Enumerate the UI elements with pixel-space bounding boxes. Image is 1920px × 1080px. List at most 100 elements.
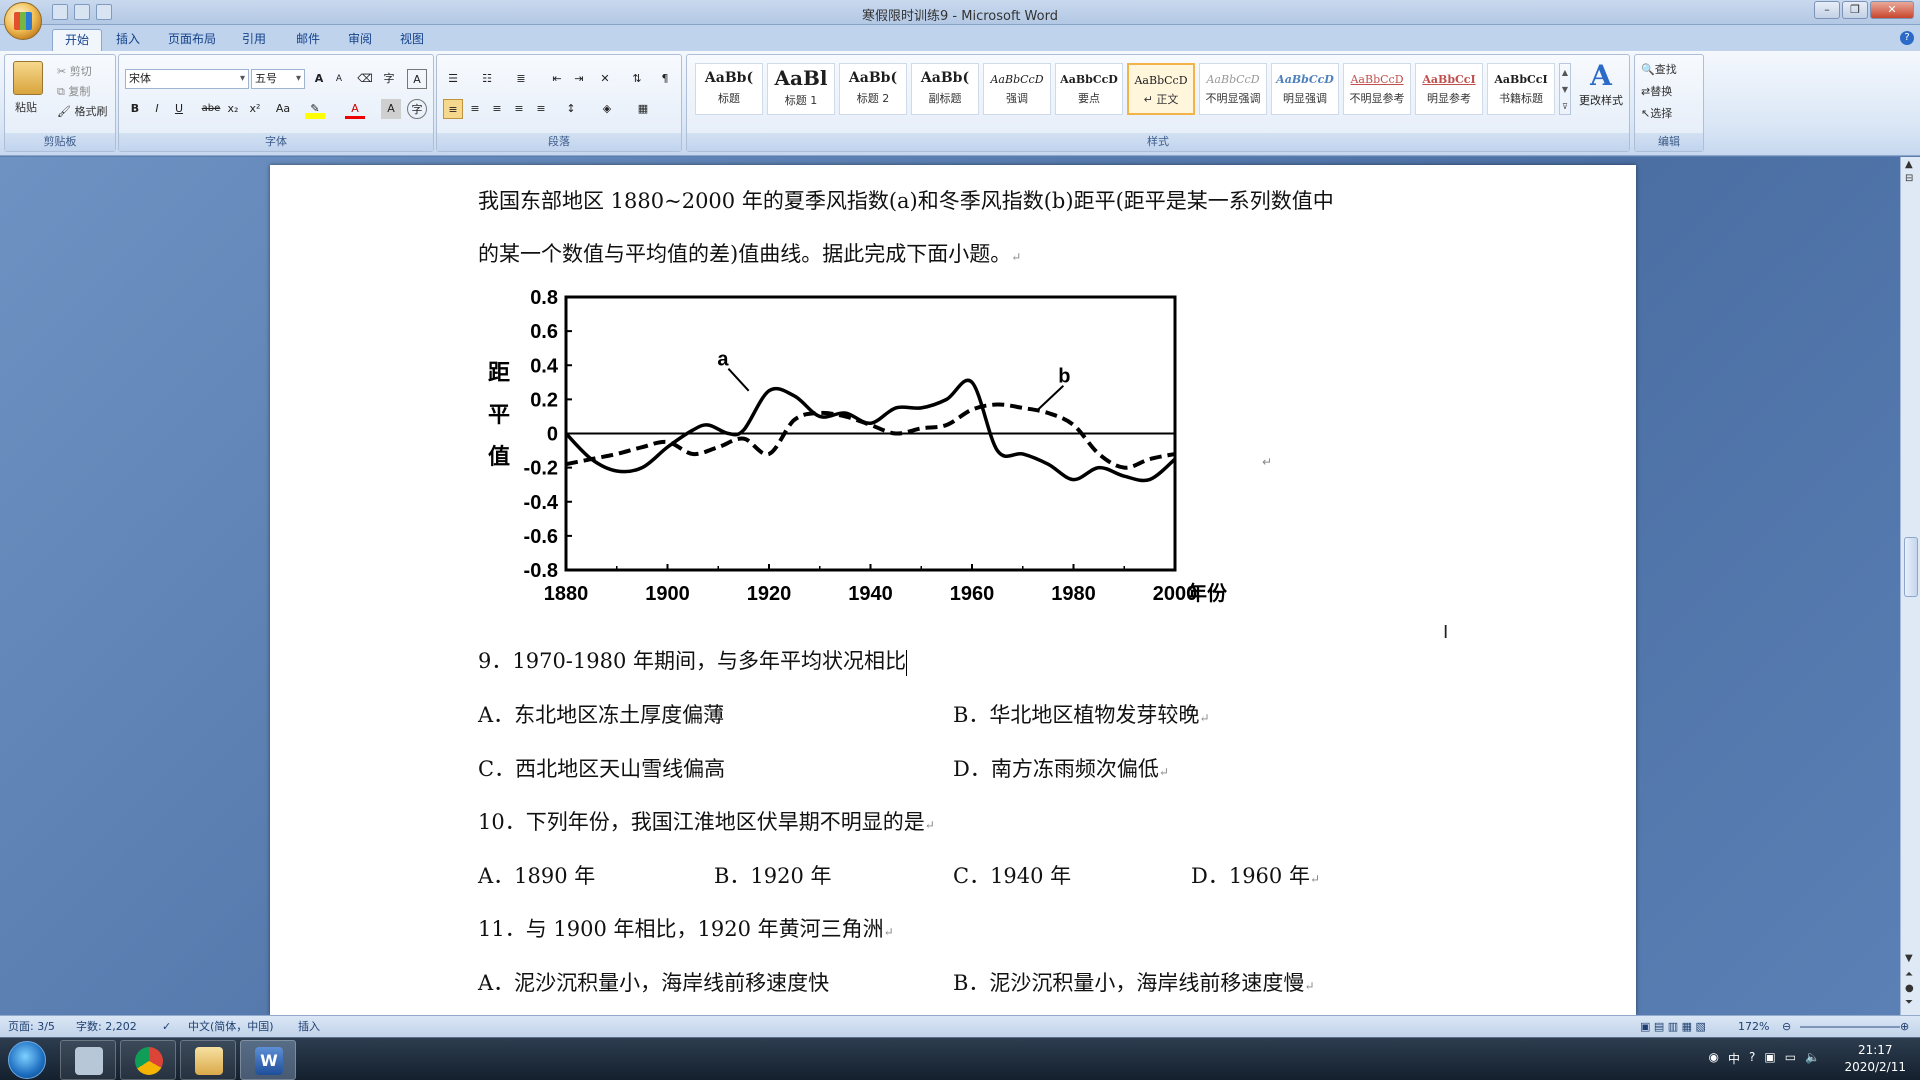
bullets-icon[interactable]: ☰ xyxy=(443,69,463,89)
align-center-icon[interactable]: ≡ xyxy=(465,99,485,119)
start-button[interactable] xyxy=(8,1041,46,1079)
zoom-in-icon[interactable]: ⊕ xyxy=(1900,1016,1909,1038)
chinese-layout-icon[interactable]: ✕ xyxy=(595,69,615,89)
tab-review[interactable]: 审阅 xyxy=(336,29,384,51)
style-intense-emphasis[interactable]: AaBbCcD 明显强调 xyxy=(1271,63,1339,115)
paste-button[interactable]: 粘贴 xyxy=(15,99,37,115)
prev-page-icon[interactable]: ⏶ xyxy=(1905,969,1913,980)
distribute-icon[interactable]: ≡ xyxy=(531,99,551,119)
tab-view[interactable]: 视图 xyxy=(388,29,436,51)
replace-button[interactable]: ⇄替换 xyxy=(1641,83,1672,99)
office-button[interactable] xyxy=(4,2,42,40)
style-subtle-reference[interactable]: AaBbCcD 不明显参考 xyxy=(1343,63,1411,115)
justify-icon[interactable]: ≡ xyxy=(509,99,529,119)
style-book-title[interactable]: AaBbCcI 书籍标题 xyxy=(1487,63,1555,115)
style-title[interactable]: AaBb(标题 xyxy=(695,63,763,115)
copy-button[interactable]: ⧉ 复制 xyxy=(57,83,90,99)
network-icon[interactable]: ▣ xyxy=(1764,1050,1775,1067)
change-styles-button[interactable]: A 更改样式 xyxy=(1575,59,1627,108)
language-status[interactable]: 中文(简体，中国) xyxy=(188,1016,274,1038)
vertical-scrollbar[interactable]: ▲ ⊟ ▼ ⏶ ● ⏷ xyxy=(1900,157,1920,1015)
style-normal[interactable]: AaBbCcD ↵ 正文 xyxy=(1127,63,1195,115)
series-a-label: a xyxy=(717,348,729,370)
cut-button[interactable]: ✂ 剪切 xyxy=(57,63,92,79)
spelling-icon[interactable]: ✓ xyxy=(162,1016,171,1038)
align-right-icon[interactable]: ≡ xyxy=(487,99,507,119)
maximize-button[interactable]: ❐ xyxy=(1842,1,1868,19)
document-page[interactable]: 我国东部地区 1880~2000 年的夏季风指数(a)和冬季风指数(b)距平(距… xyxy=(270,165,1636,1015)
italic-button[interactable]: I xyxy=(147,99,167,119)
scroll-down-icon[interactable]: ▼ xyxy=(1905,953,1913,964)
strikethrough-button[interactable]: abe xyxy=(201,99,221,119)
char-border-button[interactable]: A xyxy=(407,69,427,89)
underline-button[interactable]: U xyxy=(169,99,189,119)
ime-indicator[interactable]: 中 xyxy=(1728,1050,1740,1067)
next-page-icon[interactable]: ⏷ xyxy=(1905,997,1913,1008)
tab-mailings[interactable]: 邮件 xyxy=(284,29,332,51)
taskbar-explorer[interactable] xyxy=(180,1040,236,1080)
show-marks-icon[interactable]: ¶ xyxy=(655,69,675,89)
sort-icon[interactable]: ⇅ xyxy=(627,69,647,89)
highlight-icon[interactable]: ✎ xyxy=(305,99,325,119)
ruler-toggle-icon[interactable]: ⊟ xyxy=(1905,173,1913,184)
font-name-combo[interactable]: 宋体 xyxy=(125,69,249,89)
scroll-thumb[interactable] xyxy=(1904,537,1918,597)
zoom-level[interactable]: 172% xyxy=(1738,1016,1769,1038)
style-emphasis[interactable]: AaBbCcD 强调 xyxy=(983,63,1051,115)
paste-icon[interactable] xyxy=(13,61,43,95)
borders-icon[interactable]: ▦ xyxy=(633,99,653,119)
battery-icon[interactable]: ▭ xyxy=(1785,1050,1796,1067)
bold-button[interactable]: B xyxy=(125,99,145,119)
scroll-up-icon[interactable]: ▲ xyxy=(1905,159,1913,170)
minimize-button[interactable]: – xyxy=(1814,1,1840,19)
increase-indent-icon[interactable]: ⇥ xyxy=(569,69,589,89)
superscript-button[interactable]: x² xyxy=(245,99,265,119)
find-button[interactable]: 🔍查找 xyxy=(1641,61,1677,77)
taskbar-media-app[interactable] xyxy=(60,1040,116,1080)
decrease-indent-icon[interactable]: ⇤ xyxy=(547,69,567,89)
style-strong[interactable]: AaBbCcD 要点 xyxy=(1055,63,1123,115)
style-intense-reference[interactable]: AaBbCcI 明显参考 xyxy=(1415,63,1483,115)
select-browse-object-icon[interactable]: ● xyxy=(1905,983,1914,994)
tab-insert[interactable]: 插入 xyxy=(104,29,152,51)
line-spacing-icon[interactable]: ↕ xyxy=(561,99,581,119)
multilevel-list-icon[interactable]: ≣ xyxy=(511,69,531,89)
numbering-icon[interactable]: ☷ xyxy=(477,69,497,89)
view-buttons-icon[interactable]: ▣ ▤ ▥ ▦ ▧ xyxy=(1640,1016,1706,1038)
select-button[interactable]: ↖选择 xyxy=(1641,105,1672,121)
style-subtle-emphasis[interactable]: AaBbCcD 不明显强调 xyxy=(1199,63,1267,115)
change-case-button[interactable]: Aa xyxy=(269,99,297,119)
shading-icon[interactable]: ◈ xyxy=(597,99,617,119)
tab-page-layout[interactable]: 页面布局 xyxy=(156,29,228,51)
page-count[interactable]: 页面: 3/5 xyxy=(8,1016,55,1038)
font-size-combo[interactable]: 五号 xyxy=(251,69,305,89)
help-icon[interactable]: ? xyxy=(1900,31,1914,45)
taskbar-word[interactable]: W xyxy=(240,1040,296,1080)
align-left-icon[interactable]: ≡ xyxy=(443,99,463,119)
zoom-slider[interactable] xyxy=(1800,1026,1900,1028)
style-subtitle[interactable]: AaBb(副标题 xyxy=(911,63,979,115)
char-shading-button[interactable]: A xyxy=(381,99,401,119)
word-count[interactable]: 字数: 2,202 xyxy=(76,1016,137,1038)
volume-icon[interactable]: 🔈 xyxy=(1805,1050,1820,1067)
font-color-button[interactable]: A xyxy=(345,99,365,119)
taskbar-chrome[interactable] xyxy=(120,1040,176,1080)
close-button[interactable]: ✕ xyxy=(1870,1,1914,19)
insert-mode[interactable]: 插入 xyxy=(298,1016,320,1038)
clear-format-icon[interactable]: ⌫ xyxy=(355,69,375,89)
qq-icon[interactable]: ◉ xyxy=(1708,1050,1718,1067)
style-heading-2[interactable]: AaBb(标题 2 xyxy=(839,63,907,115)
tab-references[interactable]: 引用 xyxy=(230,29,278,51)
subscript-button[interactable]: x₂ xyxy=(223,99,243,119)
clock[interactable]: 21:17 2020/2/11 xyxy=(1844,1042,1906,1076)
help-tray-icon[interactable]: ? xyxy=(1749,1050,1755,1067)
format-painter-button[interactable]: 🖌 格式刷 xyxy=(57,103,107,119)
shrink-font-button[interactable]: A xyxy=(329,69,349,89)
zoom-out-icon[interactable]: ⊖ xyxy=(1782,1016,1791,1038)
style-heading-1[interactable]: AaBl 标题 1 xyxy=(767,63,835,115)
tab-home[interactable]: 开始 xyxy=(52,29,103,51)
grow-font-button[interactable]: A xyxy=(309,69,329,89)
phonetic-button[interactable]: 字 xyxy=(379,69,399,89)
styles-scroll-icon[interactable]: ▲ ▼ ⊽ xyxy=(1559,63,1571,115)
enclose-char-icon[interactable]: 字 xyxy=(407,99,427,119)
